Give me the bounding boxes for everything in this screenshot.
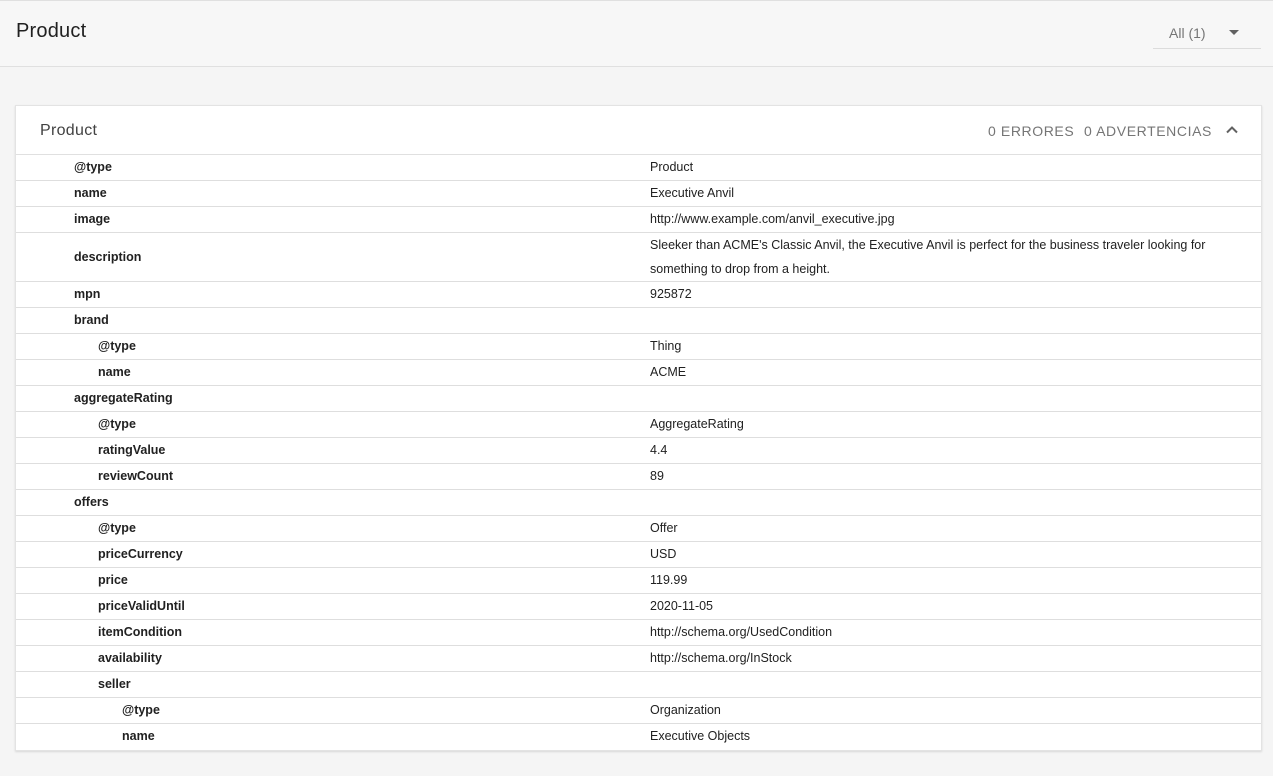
property-key: @type [98,339,136,353]
property-key: price [98,573,128,587]
table-row: itemCondition http://schema.org/UsedCond… [16,620,1261,646]
property-value: 4.4 [650,443,668,457]
table-row: @type Organization [16,698,1261,724]
type-filter-dropdown[interactable]: All (1) [1153,13,1261,49]
table-row: reviewCount 89 [16,464,1261,490]
property-key: priceCurrency [98,547,183,561]
result-card: Product 0 ERRORES 0 ADVERTENCIAS @type P… [15,105,1262,751]
property-key: offers [74,495,109,509]
property-value: http://schema.org/InStock [650,651,792,665]
property-value: ACME [650,365,687,379]
property-value: Product [650,160,694,174]
table-row: offers [16,490,1261,516]
card-header[interactable]: Product 0 ERRORES 0 ADVERTENCIAS [16,106,1261,155]
property-value: Organization [650,703,721,717]
page-header: Product All (1) [0,0,1273,67]
table-row: seller [16,672,1261,698]
table-row: image http://www.example.com/anvil_execu… [16,207,1261,233]
property-value: 119.99 [650,573,688,587]
warnings-count: 0 ADVERTENCIAS [1084,123,1212,139]
table-row: availability http://schema.org/InStock [16,646,1261,672]
table-row: name Executive Anvil [16,181,1261,207]
page-title: Product [16,20,87,42]
chevron-up-icon[interactable] [1220,118,1244,142]
property-value: Executive Objects [650,729,751,743]
table-row: price 119.99 [16,568,1261,594]
property-value: http://www.example.com/anvil_executive.j… [650,212,895,226]
property-key: @type [98,417,136,431]
property-value: 925872 [650,287,692,301]
property-value: Offer [650,521,678,535]
property-value: http://schema.org/UsedCondition [650,625,833,639]
table-row: ratingValue 4.4 [16,438,1261,464]
property-value: 2020-11-05 [650,599,714,613]
property-key: seller [98,677,131,691]
property-key: @type [122,703,160,717]
table-row: @type Product [16,155,1261,181]
property-key: ratingValue [98,443,166,457]
property-key: name [74,186,107,200]
table-row: brand [16,308,1261,334]
table-row: @type Thing [16,334,1261,360]
property-value: Thing [650,339,682,353]
property-value: Sleeker than ACME's Classic Anvil, the E… [650,238,1206,276]
errors-count: 0 ERRORES [988,123,1075,139]
properties-table: @type Product name Executive Anvil image… [16,155,1261,750]
table-row: @type AggregateRating [16,412,1261,438]
property-key: aggregateRating [74,391,173,405]
property-key: @type [74,160,112,174]
property-key: @type [98,521,136,535]
property-key: name [98,365,131,379]
property-key: name [122,729,155,743]
table-row: aggregateRating [16,386,1261,412]
table-row: priceCurrency USD [16,542,1261,568]
caret-down-icon [1229,30,1239,35]
property-key: priceValidUntil [98,599,185,613]
property-value: AggregateRating [650,417,744,431]
property-value: USD [650,547,677,561]
filter-label: All (1) [1169,25,1206,41]
property-key: reviewCount [98,469,174,483]
property-key: brand [74,313,109,327]
property-value: Executive Anvil [650,186,735,200]
property-value: 89 [650,469,664,483]
table-row: @type Offer [16,516,1261,542]
property-key: mpn [74,287,101,301]
property-key: description [74,250,142,264]
table-row: description Sleeker than ACME's Classic … [16,233,1261,282]
property-key: itemCondition [98,625,183,639]
property-key: image [74,212,111,226]
table-row: priceValidUntil 2020-11-05 [16,594,1261,620]
table-row: mpn 925872 [16,282,1261,308]
property-key: availability [98,651,162,665]
card-title: Product [40,122,98,139]
table-row: name ACME [16,360,1261,386]
table-row: name Executive Objects [16,724,1261,750]
